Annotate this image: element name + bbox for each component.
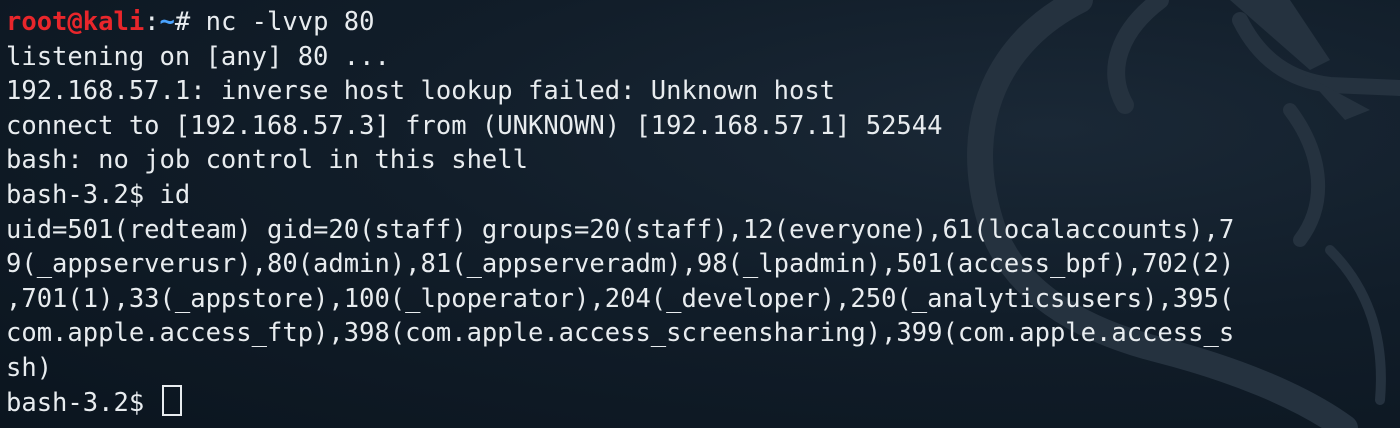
terminal-window[interactable]: root@kali:~# nc -lvvp 80 listening on [a… <box>0 0 1400 428</box>
output-line: connect to [192.168.57.3] from (UNKNOWN)… <box>6 110 943 141</box>
final-prompt: bash-3.2$ <box>6 387 160 418</box>
output-line: uid=501(redteam) gid=20(staff) groups=20… <box>6 214 1235 245</box>
prompt-user-host: root@kali <box>6 7 145 37</box>
output-line: 192.168.57.1: inverse host lookup failed… <box>6 76 836 107</box>
output-line: bash-3.2$ id <box>6 179 191 210</box>
text-cursor[interactable] <box>161 385 182 417</box>
output-line: com.apple.access_ftp),398(com.apple.acce… <box>6 318 1235 349</box>
input-line[interactable]: bash-3.2$ <box>6 385 1400 421</box>
output-line: 9(_appserverusr),80(admin),81(_appserver… <box>6 249 1235 280</box>
prompt-path: ~ <box>159 7 175 37</box>
output-line: sh) <box>6 352 53 383</box>
prompt-symbol: # <box>174 7 206 37</box>
output-line: bash: no job control in this shell <box>6 145 528 176</box>
command-line: root@kali:~# nc -lvvp 80 <box>6 5 1400 40</box>
output-line: listening on [any] 80 ... <box>6 41 390 72</box>
prompt-separator: : <box>144 7 160 37</box>
prompt-command: nc -lvvp 80 <box>205 7 375 37</box>
terminal-output: root@kali:~# nc -lvvp 80 listening on [a… <box>6 5 1400 420</box>
output-line: ,701(1),33(_appstore),100(_lpoperator),2… <box>6 283 1235 314</box>
